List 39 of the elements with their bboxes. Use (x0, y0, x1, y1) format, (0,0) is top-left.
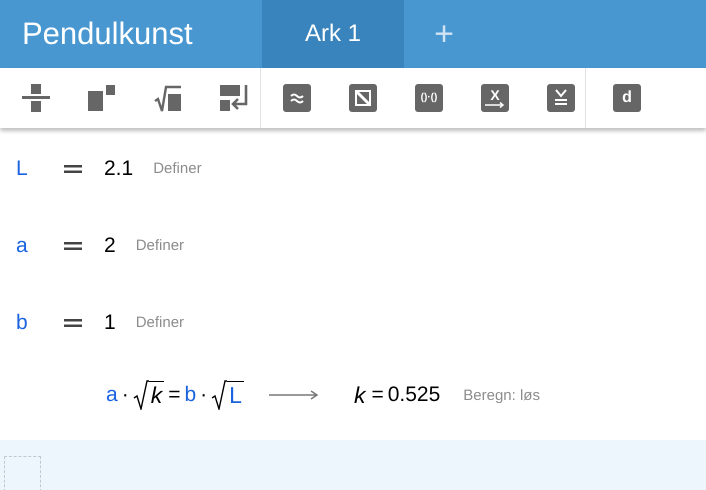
new-line-icon[interactable] (220, 84, 250, 112)
arrow-icon (485, 102, 505, 108)
app-title: Pendulkunst (21, 15, 194, 53)
operator: · (200, 383, 208, 407)
square-root: k (132, 380, 164, 410)
approximate-icon[interactable] (283, 84, 311, 112)
equals-icon (64, 242, 82, 250)
variable-name: b (16, 310, 29, 334)
input-area[interactable] (0, 440, 706, 490)
variable-name: L (16, 156, 29, 180)
operator: = (371, 383, 384, 407)
arrow-icon (268, 390, 319, 400)
square-root-icon[interactable] (154, 84, 182, 112)
equals-icon (64, 318, 82, 326)
operator: · (122, 383, 129, 407)
slashed-square-icon[interactable] (349, 84, 377, 112)
solve-label: Beregn: løs (463, 386, 540, 404)
variable-value: 2.1 (104, 156, 134, 180)
definer-label: Definer (136, 314, 184, 331)
definer-label: Definer (153, 160, 202, 177)
variable-name: b (184, 383, 196, 407)
operator: = (168, 383, 180, 407)
function-button[interactable]: ()·() (415, 84, 443, 112)
less-equal-icon[interactable] (547, 84, 575, 112)
square-root: L (211, 380, 244, 410)
fraction-icon[interactable] (22, 83, 50, 113)
input-placeholder-box[interactable] (4, 456, 41, 490)
result-variable: k (354, 382, 366, 408)
sheet-tab[interactable]: Ark 1 (262, 0, 404, 68)
variable-value: 2 (104, 234, 116, 258)
result-value: 0.525 (388, 383, 440, 407)
variable-name: a (106, 383, 118, 407)
equals-icon (64, 164, 82, 172)
exponent-icon[interactable] (88, 84, 116, 112)
definer-label: Definer (136, 237, 184, 254)
function-button[interactable]: X (481, 84, 509, 112)
variable-value: 1 (104, 310, 116, 334)
variable-name: a (16, 234, 29, 258)
function-button[interactable]: d (613, 84, 641, 112)
